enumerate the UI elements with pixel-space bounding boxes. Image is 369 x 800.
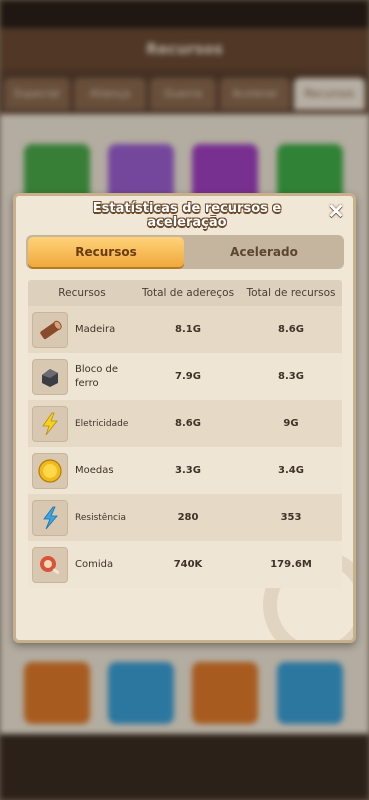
wood-icon	[32, 311, 68, 348]
close-button[interactable]: ✕	[325, 201, 347, 223]
iron-block-icon	[32, 358, 68, 395]
stats-table: Recursos Total de adereços Total de recu…	[28, 280, 342, 588]
resource-name: Eletricidade	[75, 418, 129, 429]
resources-total: 9G	[283, 418, 299, 429]
col-header-resources-total: Total de recursos	[246, 287, 336, 299]
items-total: 8.6G	[175, 418, 201, 429]
resource-stats-modal: Estatísticas de recursos e aceleração ✕ …	[13, 193, 356, 643]
tab-switcher: Recursos Acelerado	[26, 235, 344, 269]
table-row: Bloco de ferro 7.9G 8.3G	[28, 353, 342, 400]
modal-title: Estatísticas de recursos e aceleração	[92, 201, 282, 230]
close-icon: ✕	[327, 201, 345, 223]
col-header-resources: Recursos	[58, 287, 106, 299]
items-total: 280	[177, 512, 199, 523]
resource-name: Moedas	[75, 464, 114, 476]
resources-total: 353	[280, 512, 302, 523]
lightning-icon	[32, 405, 68, 442]
items-total: 7.9G	[175, 371, 201, 382]
resource-name: Madeira	[75, 323, 116, 335]
resources-total: 8.3G	[278, 371, 304, 382]
table-row: Moedas 3.3G 3.4G	[28, 447, 342, 494]
tab-recursos[interactable]: Recursos	[28, 237, 184, 267]
resources-total: 179.6M	[270, 559, 312, 570]
table-row: Madeira 8.1G 8.6G	[28, 306, 342, 353]
resistance-icon	[32, 499, 68, 536]
items-total: 3.3G	[175, 465, 201, 476]
resource-name: Bloco de ferro	[75, 363, 119, 389]
resource-name: Resistência	[75, 512, 126, 523]
coin-icon	[32, 452, 68, 489]
table-row: Resistência 280 353	[28, 494, 342, 541]
tab-acelerado[interactable]: Acelerado	[186, 237, 342, 267]
food-icon	[32, 546, 68, 583]
table-row: Comida 740K 179.6M	[28, 541, 342, 588]
resources-total: 3.4G	[278, 465, 304, 476]
resource-name: Comida	[75, 558, 114, 570]
resources-total: 8.6G	[278, 324, 304, 335]
table-row: Eletricidade 8.6G 9G	[28, 400, 342, 447]
col-header-items-total: Total de adereços	[141, 287, 235, 299]
items-total: 740K	[173, 559, 203, 570]
items-total: 8.1G	[175, 324, 201, 335]
table-header: Recursos Total de adereços Total de recu…	[28, 280, 342, 306]
